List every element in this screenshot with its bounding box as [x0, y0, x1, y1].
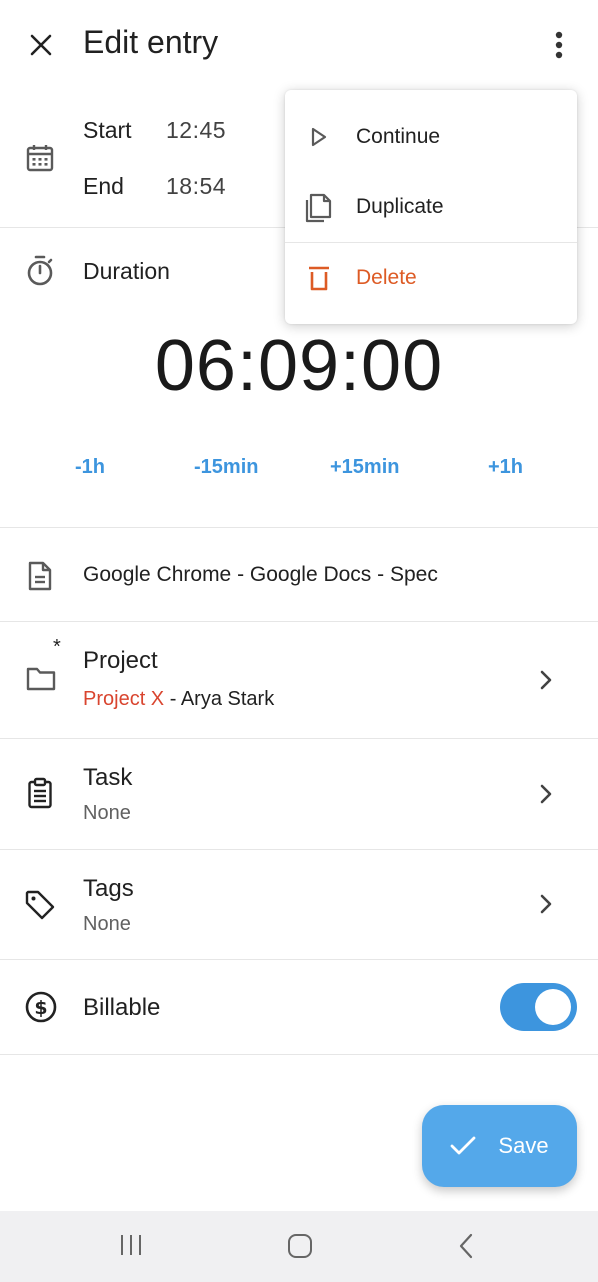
client-name: Arya Stark	[180, 688, 275, 710]
document-icon	[26, 560, 54, 592]
clipboard-icon	[26, 777, 54, 809]
start-time-value[interactable]: 12:45	[166, 117, 226, 144]
divider	[0, 527, 598, 528]
end-time-value[interactable]: 18:54	[166, 173, 226, 200]
stopwatch-icon	[24, 254, 56, 288]
copy-icon	[303, 191, 335, 223]
menu-item-continue[interactable]: Continue	[285, 102, 577, 172]
tags-value: None	[83, 913, 131, 935]
plus-15min-button[interactable]: +15min	[330, 456, 399, 479]
overflow-menu: Continue Duplicate Delete	[285, 90, 577, 324]
play-icon	[303, 121, 335, 153]
toggle-knob	[535, 989, 571, 1025]
project-label: Project	[83, 647, 158, 674]
divider	[0, 1054, 598, 1055]
billable-toggle[interactable]	[500, 983, 577, 1031]
close-icon	[30, 34, 52, 56]
billable-label: Billable	[83, 994, 161, 1021]
task-value: None	[83, 802, 131, 824]
menu-label-duplicate: Duplicate	[356, 195, 444, 218]
check-icon	[451, 1136, 476, 1155]
tag-icon	[24, 889, 56, 921]
menu-item-duplicate[interactable]: Duplicate	[285, 172, 577, 242]
save-label: Save	[498, 1133, 549, 1158]
plus-1h-button[interactable]: +1h	[488, 456, 523, 479]
save-button[interactable]: Save	[422, 1105, 577, 1187]
project-row[interactable]	[0, 622, 598, 738]
duration-value[interactable]: 06:09:00	[0, 325, 598, 407]
project-separator: -	[164, 688, 181, 710]
task-label: Task	[83, 764, 133, 791]
folder-icon	[25, 665, 57, 693]
dollar-circle-icon: $	[24, 990, 58, 1024]
description-field[interactable]: Google Chrome - Google Docs - Spec	[83, 563, 563, 587]
project-value: Project X - Arya Stark	[83, 688, 274, 711]
duration-label: Duration	[83, 258, 170, 284]
more-options-button[interactable]	[543, 26, 575, 64]
menu-item-delete[interactable]: Delete	[285, 243, 577, 313]
chevron-right-icon	[539, 669, 553, 691]
tags-label: Tags	[83, 875, 134, 902]
start-label: Start	[83, 117, 132, 143]
end-label: End	[83, 173, 124, 199]
page-title: Edit entry	[83, 24, 219, 60]
calendar-icon	[24, 142, 56, 174]
more-vert-icon	[555, 31, 563, 59]
system-nav-bar	[0, 1211, 598, 1282]
svg-text:$: $	[34, 997, 47, 1019]
chevron-right-icon	[539, 783, 553, 805]
divider	[0, 959, 598, 960]
recent-apps-icon[interactable]	[118, 1233, 144, 1257]
tags-row[interactable]	[0, 850, 598, 959]
menu-label-continue: Continue	[356, 125, 441, 148]
trash-icon	[303, 262, 335, 294]
home-icon[interactable]	[287, 1233, 313, 1259]
required-marker: *	[53, 636, 61, 658]
chevron-right-icon	[539, 893, 553, 915]
task-row[interactable]	[0, 739, 598, 849]
menu-label-delete: Delete	[356, 266, 417, 289]
project-name: Project X	[83, 688, 165, 710]
close-button[interactable]	[22, 26, 60, 64]
minus-1h-button[interactable]: -1h	[75, 456, 105, 479]
minus-15min-button[interactable]: -15min	[194, 456, 258, 479]
back-icon[interactable]	[457, 1233, 475, 1259]
